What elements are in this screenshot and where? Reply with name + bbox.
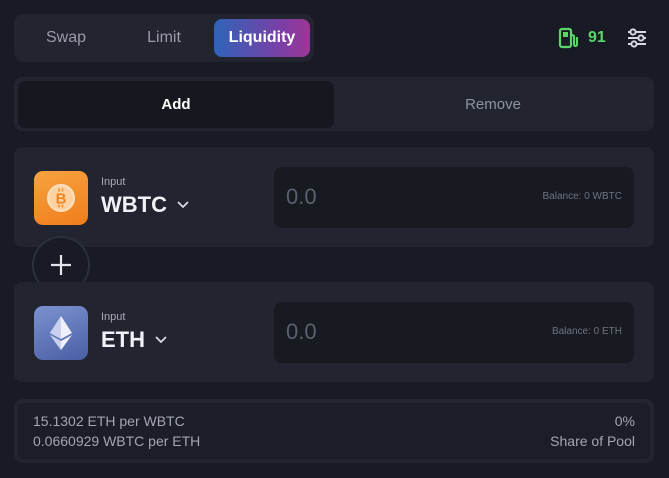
- gas-price-indicator: 91: [558, 26, 606, 50]
- gas-price-value: 91: [588, 29, 606, 46]
- amount-field-eth: Balance: 0 ETH: [274, 302, 634, 363]
- gas-pump-icon: [558, 27, 578, 49]
- rate-eth-per-wbtc: 15.1302 ETH per WBTC: [33, 413, 185, 429]
- liquidity-mode-toggle: Add Remove: [14, 77, 654, 131]
- token-input-card-wbtc: B Input WBTC Balance: 0 WBTC: [14, 147, 654, 247]
- rate-wbtc-per-eth: 0.0660929 WBTC per ETH: [33, 433, 201, 449]
- trade-tabs: Swap Limit Liquidity: [14, 14, 314, 62]
- add-mode-button[interactable]: Add: [18, 81, 334, 128]
- token-selector-wbtc[interactable]: WBTC: [101, 192, 189, 218]
- svg-text:B: B: [56, 191, 67, 208]
- amount-field-wbtc: Balance: 0 WBTC: [274, 167, 634, 228]
- balance-text: Balance: 0 ETH: [551, 326, 622, 337]
- token-symbol: WBTC: [101, 192, 167, 217]
- sliders-icon: [628, 28, 646, 48]
- ethereum-icon: [34, 306, 88, 360]
- balance-text: Balance: 0 WBTC: [542, 191, 622, 202]
- chevron-down-icon: [177, 201, 189, 209]
- pool-info-panel: 15.1302 ETH per WBTC 0.0660929 WBTC per …: [14, 399, 654, 463]
- amount-input-eth[interactable]: [286, 316, 486, 348]
- pool-share-label: Share of Pool: [550, 433, 635, 449]
- plus-icon: [51, 255, 71, 275]
- remove-mode-button[interactable]: Remove: [336, 81, 650, 128]
- chevron-down-icon: [155, 336, 167, 344]
- pool-info-inner: 15.1302 ETH per WBTC 0.0660929 WBTC per …: [18, 403, 650, 459]
- input-label: Input: [101, 311, 126, 323]
- amount-input-wbtc[interactable]: [286, 181, 486, 213]
- token-symbol: ETH: [101, 327, 145, 352]
- tab-liquidity[interactable]: Liquidity: [214, 19, 310, 57]
- token-input-card-eth: Input ETH Balance: 0 ETH: [14, 282, 654, 382]
- settings-button[interactable]: [626, 27, 648, 49]
- pool-share-value: 0%: [614, 413, 635, 429]
- tab-limit[interactable]: Limit: [116, 19, 212, 57]
- token-selector-eth[interactable]: ETH: [101, 327, 167, 353]
- tab-swap[interactable]: Swap: [18, 19, 114, 57]
- bitcoin-icon: B: [34, 171, 88, 225]
- input-label: Input: [101, 176, 126, 188]
